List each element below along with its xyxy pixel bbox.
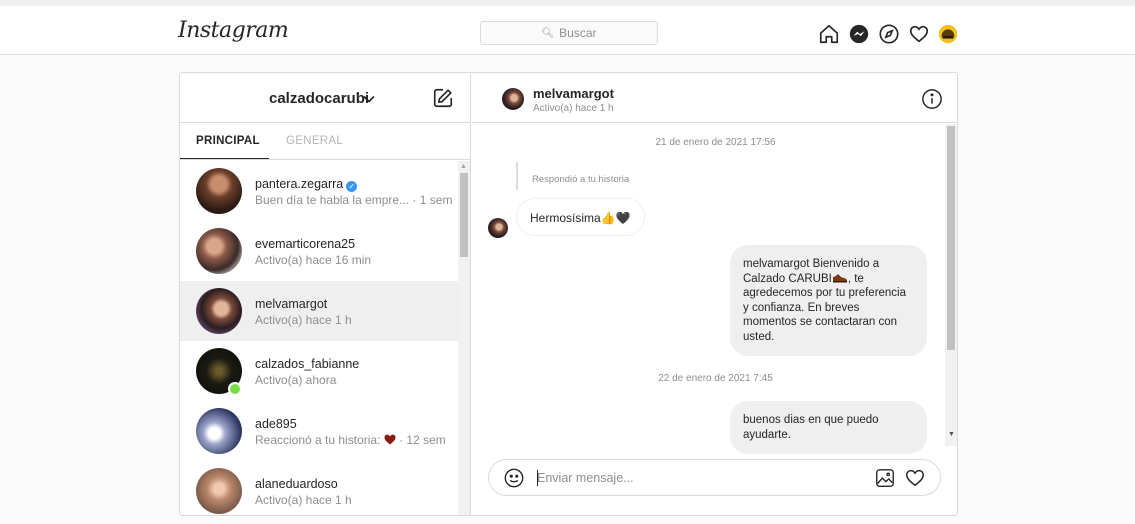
incoming-message[interactable]: Hermosísima👍🖤 <box>516 198 645 236</box>
inbox-header: calzadocarubi <box>180 73 471 123</box>
thread-name: alaneduardoso <box>255 477 338 491</box>
thread-evemarticorena25[interactable]: evemarticorena25 Activo(a) hace 16 min <box>180 221 458 281</box>
conversation-header: melvamargot Activo(a) hace 1 h <box>472 73 957 123</box>
messenger-icon[interactable] <box>848 23 870 45</box>
scroll-up-arrow-icon[interactable]: ▲ <box>460 163 467 170</box>
thread-name: melvamargot <box>255 297 328 311</box>
account-switcher[interactable]: calzadocarubi <box>269 90 369 107</box>
activity-heart-icon[interactable] <box>908 23 930 45</box>
scroll-down-arrow-icon[interactable]: ▼ <box>948 431 955 438</box>
thread-preview: Buen día te habla la empre... · 1 sem <box>255 193 453 207</box>
text-caret <box>537 470 538 486</box>
inbox-column: calzadocarubi PRINCIPAL GENERAL pantera.… <box>180 73 471 515</box>
like-heart-icon[interactable] <box>904 467 926 489</box>
shoe-emoji-icon <box>832 273 847 282</box>
avatar <box>196 468 242 514</box>
inbox-tabs: PRINCIPAL GENERAL <box>180 123 471 160</box>
thread-preview: Activo(a) hace 1 h <box>255 313 352 327</box>
search-placeholder: Buscar <box>559 26 597 40</box>
avatar <box>196 228 242 274</box>
verified-badge-icon: ✓ <box>346 181 358 192</box>
explore-icon[interactable] <box>878 23 900 45</box>
outgoing-message[interactable]: buenos dias en que puedo ayudarte. <box>730 401 927 454</box>
outgoing-message[interactable]: melvamargot Bienvenido a Calzado CARUBI,… <box>730 245 927 356</box>
active-tab-indicator <box>180 158 269 159</box>
thread-calzados-fabianne[interactable]: calzados_fabianne Activo(a) ahora <box>180 341 458 401</box>
thread-melvamargot[interactable]: melvamargot Activo(a) hace 1 h <box>180 281 458 341</box>
avatar <box>488 218 508 238</box>
top-nav: Instagram 🔍︎ Buscar <box>0 0 1135 55</box>
chevron-down-icon[interactable] <box>362 92 376 106</box>
thread-preview: Activo(a) ahora <box>255 373 337 387</box>
thread-preview: Activo(a) hace 16 min <box>255 253 372 267</box>
browser-strip <box>0 0 1135 6</box>
online-status-dot <box>228 382 242 396</box>
image-upload-icon[interactable] <box>874 467 896 489</box>
story-reply-label: Respondió a tu historia <box>532 174 630 185</box>
avatar[interactable] <box>502 88 524 110</box>
conversation-column: melvamargot Activo(a) hace 1 h 21 de ene… <box>472 73 957 515</box>
message-thread: 21 de enero de 2021 17:56 Respondió a tu… <box>472 124 957 454</box>
date-separator: 21 de enero de 2021 17:56 <box>655 137 776 148</box>
new-message-icon[interactable] <box>432 87 454 109</box>
avatar <box>196 408 242 454</box>
thread-ade895[interactable]: ade895 Reaccionó a tu historia: · 12 sem <box>180 401 458 461</box>
profile-avatar[interactable] <box>937 23 959 45</box>
search-box[interactable]: 🔍︎ Buscar <box>480 21 658 45</box>
red-heart-emoji-icon <box>384 434 396 445</box>
thread-preview: Activo(a) hace 1 h <box>255 493 352 507</box>
chat-username[interactable]: melvamargot <box>533 86 614 101</box>
chat-status: Activo(a) hace 1 h <box>533 103 614 114</box>
search-icon: 🔍︎ <box>541 27 555 39</box>
message-input[interactable] <box>537 468 857 488</box>
home-icon[interactable] <box>818 23 840 45</box>
thread-preview: Reaccionó a tu historia: · 12 sem <box>255 433 446 447</box>
thread-name: pantera.zegarra ✓ <box>255 177 358 192</box>
date-separator: 22 de enero de 2021 7:45 <box>658 373 773 384</box>
thread-name: evemarticorena25 <box>255 237 356 251</box>
inbox-scrollbar-thumb[interactable] <box>460 173 468 257</box>
thread-name: ade895 <box>255 417 297 431</box>
tab-general[interactable]: GENERAL <box>286 135 343 147</box>
avatar <box>196 288 242 334</box>
thread-name: calzados_fabianne <box>255 357 360 371</box>
thread-alaneduardoso[interactable]: alaneduardoso Activo(a) hace 1 h <box>180 461 458 515</box>
reply-indicator-bar <box>516 162 518 190</box>
message-composer <box>488 459 941 496</box>
thread-list: pantera.zegarra ✓ Buen día te habla la em… <box>180 161 458 515</box>
direct-panel: calzadocarubi PRINCIPAL GENERAL pantera.… <box>179 72 958 516</box>
info-icon[interactable] <box>921 88 943 110</box>
thread-pantera-zegarra[interactable]: pantera.zegarra ✓ Buen día te habla la em… <box>180 161 458 221</box>
instagram-logo[interactable]: Instagram <box>178 18 289 43</box>
avatar <box>196 168 242 214</box>
emoji-icon[interactable] <box>503 467 525 489</box>
chat-scrollbar-thumb[interactable] <box>947 126 955 350</box>
tab-principal[interactable]: PRINCIPAL <box>196 135 260 147</box>
